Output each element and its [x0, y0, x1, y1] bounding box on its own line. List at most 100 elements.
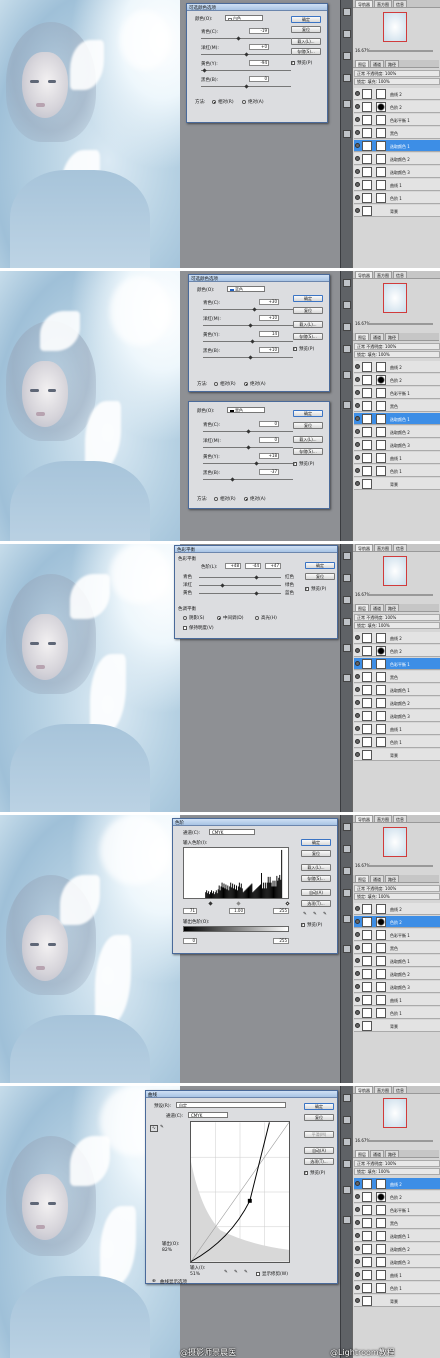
tone-highlights-radio[interactable]: [255, 616, 259, 620]
slider-knob[interactable]: [254, 461, 259, 466]
tab-navigator[interactable]: 导航器: [355, 815, 373, 822]
method-relative-radio[interactable]: [212, 100, 216, 104]
tab-channels[interactable]: 通道: [370, 604, 384, 611]
tab-layers[interactable]: 图层: [355, 875, 369, 882]
tone-midtones-radio[interactable]: [217, 616, 221, 620]
eye-icon[interactable]: [355, 429, 360, 434]
slider-track[interactable]: [203, 463, 293, 464]
layer-row[interactable]: 曲线 1: [354, 452, 440, 464]
layer-row[interactable]: 选取颜色 3: [354, 710, 440, 722]
color-select[interactable]: 白色: [225, 15, 263, 21]
layer-row[interactable]: 曲线 2: [354, 1178, 440, 1190]
eye-icon[interactable]: [355, 700, 360, 705]
tab-navigator[interactable]: 导航器: [355, 0, 373, 7]
value-field[interactable]: 0: [259, 437, 279, 443]
slider-knob[interactable]: [244, 52, 249, 57]
zoom-slider[interactable]: [367, 323, 433, 325]
curve-point[interactable]: [247, 1198, 252, 1203]
eyedropper-gray-icon[interactable]: ✎: [313, 912, 317, 917]
layer-row[interactable]: 选取颜色 2: [354, 153, 440, 165]
slider-knob[interactable]: [230, 477, 235, 482]
value-field[interactable]: +18: [259, 453, 279, 459]
zoom-slider[interactable]: [367, 1140, 433, 1142]
opacity-value[interactable]: 100%: [385, 344, 396, 349]
layer-row[interactable]: 黑色: [354, 671, 440, 683]
preview-checkbox[interactable]: [301, 922, 305, 927]
options-button[interactable]: 选项(T)...: [301, 900, 331, 907]
input-gamma-field[interactable]: 1.00: [229, 908, 245, 914]
level-yellow-blue[interactable]: +47: [265, 563, 281, 569]
value-field[interactable]: 0: [259, 421, 279, 427]
slider-track[interactable]: [201, 38, 291, 39]
layer-row[interactable]: 色彩平衡 1: [354, 1204, 440, 1216]
level-cyan-red[interactable]: +48: [225, 563, 241, 569]
layer-row[interactable]: 色阶 1: [354, 465, 440, 477]
eye-icon[interactable]: [355, 403, 360, 408]
blend-mode[interactable]: 正常: [357, 1161, 365, 1166]
ok-button[interactable]: 确定: [305, 562, 335, 569]
value-field[interactable]: -94: [249, 60, 269, 66]
opacity-value[interactable]: 100%: [385, 615, 396, 620]
color-select[interactable]: 黑色: [227, 407, 265, 413]
slider-knob[interactable]: [250, 339, 255, 344]
method-absolute-radio[interactable]: [242, 100, 246, 104]
tool-dock[interactable]: [340, 1086, 352, 1358]
layer-row[interactable]: 选取颜色 1: [354, 413, 440, 425]
input-value[interactable]: 51%: [190, 1272, 200, 1277]
tool-dock[interactable]: [340, 271, 352, 541]
layer-row[interactable]: 色阶 2: [354, 101, 440, 113]
load-button[interactable]: 载入(L)...: [293, 436, 323, 443]
eye-icon[interactable]: [355, 182, 360, 187]
load-button[interactable]: 载入(L)...: [293, 321, 323, 328]
eye-icon[interactable]: [355, 390, 360, 395]
eye-icon[interactable]: [355, 195, 360, 200]
input-black-field[interactable]: 71: [183, 908, 197, 914]
layer-row[interactable]: 色彩平衡 1: [354, 114, 440, 126]
slider-track[interactable]: [199, 593, 281, 594]
tab-info[interactable]: 信息: [393, 815, 407, 822]
lock-row[interactable]: 锁定: 填充: 100%: [354, 622, 440, 629]
zoom-slider[interactable]: [367, 865, 433, 867]
eyedropper-white-icon[interactable]: ✎: [244, 1270, 248, 1275]
show-clipping-checkbox[interactable]: [256, 1272, 260, 1276]
curves-graph[interactable]: [190, 1121, 290, 1263]
eye-icon[interactable]: [355, 1272, 360, 1277]
layer-row[interactable]: 曲线 1: [354, 179, 440, 191]
fill-value[interactable]: 100%: [378, 1169, 389, 1174]
tab-layers[interactable]: 图层: [355, 604, 369, 611]
tab-info[interactable]: 信息: [393, 271, 407, 278]
tab-info[interactable]: 信息: [393, 544, 407, 551]
preview-checkbox[interactable]: [304, 1170, 308, 1175]
layer-row[interactable]: 选取颜色 2: [354, 1243, 440, 1255]
eye-icon[interactable]: [355, 1259, 360, 1264]
layer-row[interactable]: 色阶 2: [354, 645, 440, 657]
slider-knob[interactable]: [220, 583, 225, 588]
eye-icon[interactable]: [355, 1023, 360, 1028]
blend-mode[interactable]: 正常: [357, 886, 365, 891]
tool-dock[interactable]: [340, 815, 352, 1083]
tab-paths[interactable]: 路径: [385, 604, 399, 611]
ok-button[interactable]: 确定: [301, 839, 331, 846]
slider-track[interactable]: [199, 577, 281, 578]
save-button[interactable]: 存储(S)...: [291, 48, 321, 55]
opacity-value[interactable]: 100%: [385, 1161, 396, 1166]
tab-channels[interactable]: 通道: [370, 60, 384, 67]
eye-icon[interactable]: [355, 1246, 360, 1251]
layer-row[interactable]: 色阶 1: [354, 192, 440, 204]
layer-row[interactable]: 黑色: [354, 1217, 440, 1229]
eye-icon[interactable]: [355, 713, 360, 718]
tab-paths[interactable]: 路径: [385, 875, 399, 882]
output-white-field[interactable]: 255: [273, 938, 289, 944]
eye-icon[interactable]: [355, 208, 360, 213]
slider-knob[interactable]: [236, 36, 241, 41]
value-field[interactable]: 0: [249, 76, 269, 82]
eye-icon[interactable]: [355, 635, 360, 640]
slider-knob[interactable]: [248, 323, 253, 328]
blend-mode[interactable]: 正常: [357, 71, 365, 76]
method-absolute-radio[interactable]: [244, 497, 248, 501]
method-relative-radio[interactable]: [214, 497, 218, 501]
lock-row[interactable]: 锁定: 填充: 100%: [354, 351, 440, 358]
tab-paths[interactable]: 路径: [385, 333, 399, 340]
layer-row[interactable]: 背景: [354, 749, 440, 761]
value-field[interactable]: +10: [259, 315, 279, 321]
